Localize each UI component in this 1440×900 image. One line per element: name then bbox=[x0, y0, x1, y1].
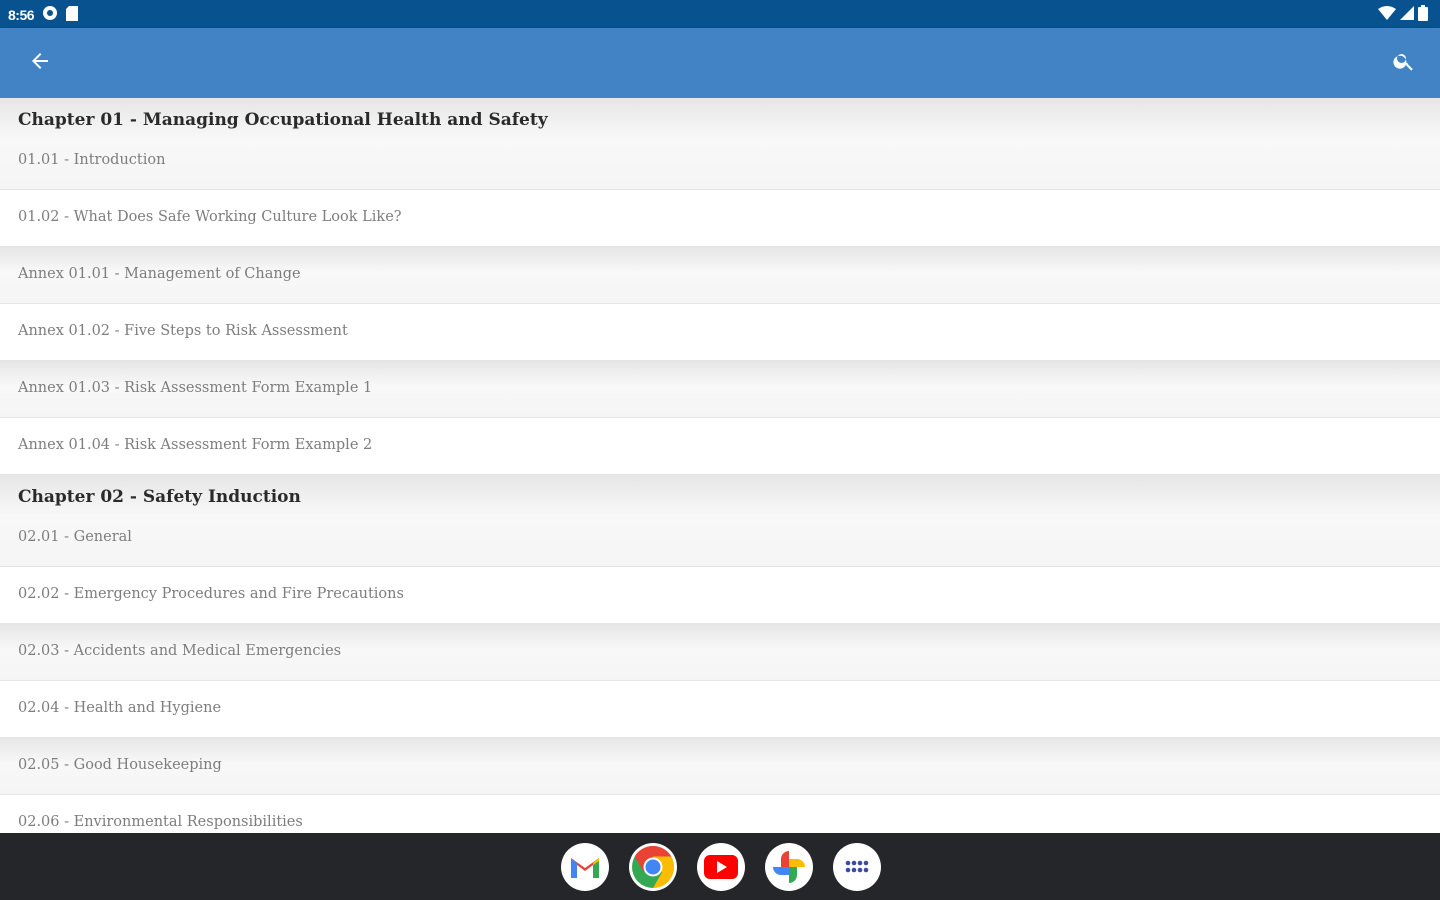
list-item[interactable]: 02.04 - Health and Hygiene bbox=[0, 681, 1440, 738]
app-bar bbox=[0, 28, 1440, 98]
chapter-first-item: 01.01 - Introduction bbox=[18, 152, 166, 168]
status-left: 8:56 bbox=[8, 5, 79, 24]
list-item-label: 02.06 - Environmental Responsibilities bbox=[18, 814, 303, 830]
sd-card-icon bbox=[66, 5, 79, 24]
taskbar bbox=[0, 833, 1440, 900]
list-item-label: 02.05 - Good Housekeeping bbox=[18, 757, 222, 773]
search-icon bbox=[1392, 49, 1416, 77]
app-drawer-icon[interactable] bbox=[833, 843, 881, 891]
wifi-icon bbox=[1378, 5, 1396, 24]
settings-icon bbox=[42, 5, 58, 24]
status-right bbox=[1378, 5, 1428, 24]
list-item[interactable]: 01.02 - What Does Safe Working Culture L… bbox=[0, 190, 1440, 247]
chapter-list: Chapter 01 - Managing Occupational Healt… bbox=[0, 98, 1440, 833]
list-item[interactable]: Annex 01.03 - Risk Assessment Form Examp… bbox=[0, 361, 1440, 418]
status-bar: 8:56 bbox=[0, 0, 1440, 28]
youtube-app-icon[interactable] bbox=[697, 843, 745, 891]
list-item[interactable]: 02.05 - Good Housekeeping bbox=[0, 738, 1440, 795]
photos-app-icon[interactable] bbox=[765, 843, 813, 891]
list-item[interactable]: 02.03 - Accidents and Medical Emergencie… bbox=[0, 624, 1440, 681]
signal-icon bbox=[1400, 6, 1414, 23]
arrow-back-icon bbox=[28, 49, 52, 77]
list-item[interactable]: 02.06 - Environmental Responsibilities bbox=[0, 795, 1440, 833]
search-button[interactable] bbox=[1388, 48, 1420, 78]
gmail-app-icon[interactable] bbox=[561, 843, 609, 891]
back-button[interactable] bbox=[24, 49, 56, 77]
list-item-label: Annex 01.04 - Risk Assessment Form Examp… bbox=[18, 437, 373, 453]
list-item-label: 02.04 - Health and Hygiene bbox=[18, 700, 222, 716]
list-item[interactable]: Annex 01.02 - Five Steps to Risk Assessm… bbox=[0, 304, 1440, 361]
app-dock bbox=[561, 843, 881, 891]
list-item[interactable]: 02.02 - Emergency Procedures and Fire Pr… bbox=[0, 567, 1440, 624]
chapter-row[interactable]: Chapter 01 - Managing Occupational Healt… bbox=[0, 98, 1440, 190]
list-item[interactable]: Annex 01.04 - Risk Assessment Form Examp… bbox=[0, 418, 1440, 475]
list-item-label: Annex 01.02 - Five Steps to Risk Assessm… bbox=[18, 323, 348, 339]
battery-icon bbox=[1418, 5, 1428, 24]
chapter-row[interactable]: Chapter 02 - Safety Induction 02.01 - Ge… bbox=[0, 475, 1440, 567]
list-item[interactable]: Annex 01.01 - Management of Change bbox=[0, 247, 1440, 304]
chapter-title: Chapter 02 - Safety Induction bbox=[18, 487, 301, 507]
list-item-label: Annex 01.03 - Risk Assessment Form Examp… bbox=[18, 380, 373, 396]
list-item-label: Annex 01.01 - Management of Change bbox=[18, 266, 301, 282]
status-time: 8:56 bbox=[8, 6, 35, 23]
list-item-label: 02.02 - Emergency Procedures and Fire Pr… bbox=[18, 586, 404, 602]
chapter-first-item: 02.01 - General bbox=[18, 529, 132, 545]
list-item-label: 02.03 - Accidents and Medical Emergencie… bbox=[18, 643, 342, 659]
chapter-title: Chapter 01 - Managing Occupational Healt… bbox=[18, 110, 548, 130]
chrome-app-icon[interactable] bbox=[629, 843, 677, 891]
list-item-label: 01.02 - What Does Safe Working Culture L… bbox=[18, 209, 402, 225]
